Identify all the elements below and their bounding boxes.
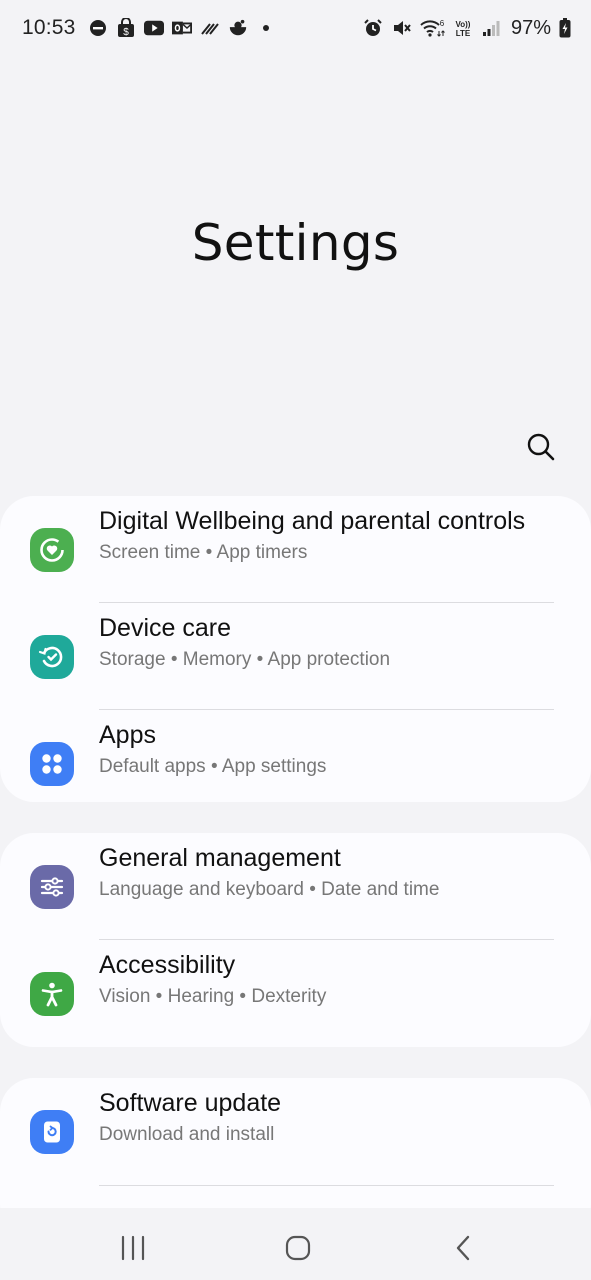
digital-wellbeing-icon [30,527,74,572]
back-button[interactable] [444,1228,484,1268]
svg-text:LTE: LTE [456,29,471,38]
apps-icon [30,741,74,786]
status-bar-left: 10:53 $ [22,16,276,40]
more-dot-icon [256,18,276,38]
back-icon [456,1235,470,1261]
setting-digital-wellbeing[interactable]: Digital Wellbeing and parental controls … [0,496,591,603]
alarm-icon [363,18,383,38]
recents-button[interactable] [113,1228,153,1268]
search-button[interactable] [520,426,562,468]
device-care-icon [30,634,74,679]
setting-label: General management [99,844,341,872]
svg-text:$: $ [123,27,129,38]
battery-percent: 97% [510,16,551,39]
signal-icon [481,18,501,38]
setting-texts: Device care Storage • Memory • App prote… [99,613,561,672]
status-bar-right: 6 Vo)) LTE 97% [363,17,571,40]
setting-subtitle: Language and keyboard • Date and time [99,879,440,900]
outlook-icon [171,18,192,38]
setting-subtitle: Download and install [99,1124,275,1145]
setting-label: Digital Wellbeing and parental controls [99,507,526,535]
setting-software-update[interactable]: Software update Download and install [0,1078,591,1186]
setting-device-care[interactable]: Device care Storage • Memory • App prote… [0,603,591,710]
mute-icon [391,18,411,38]
wifi-6-icon: 6 [419,18,445,38]
setting-label: Device care [99,614,231,642]
dnd-icon [88,18,108,38]
setting-texts: Apps Default apps • App settings [99,720,561,779]
navigation-bar [0,1208,591,1280]
setting-texts: Digital Wellbeing and parental controls … [99,506,561,565]
home-icon [285,1235,311,1261]
battery-icon [559,18,571,38]
home-button[interactable] [278,1228,318,1268]
svg-text:Vo)): Vo)) [455,20,470,29]
setting-subtitle: Default apps • App settings [99,756,327,777]
youtube-icon [143,18,164,38]
setting-label: Apps [99,721,156,749]
general-management-icon [30,864,74,909]
wifi-calling-icon [200,18,220,38]
setting-texts: General management Language and keyboard… [99,843,561,902]
setting-label: Software update [99,1089,282,1117]
shopping-bag-icon: $ [116,18,136,38]
search-icon [527,433,555,461]
recents-icon [121,1235,145,1261]
setting-texts: Accessibility Vision • Hearing • Dexteri… [99,950,561,1009]
svg-text:6: 6 [440,19,445,28]
accessibility-icon [30,971,74,1016]
setting-subtitle: Storage • Memory • App protection [99,649,391,670]
setting-apps[interactable]: Apps Default apps • App settings [0,710,591,802]
setting-label: Accessibility [99,951,236,979]
status-time: 10:53 [22,16,76,39]
setting-subtitle: Vision • Hearing • Dexterity [99,986,327,1007]
settings-group-1: Digital Wellbeing and parental controls … [0,496,591,802]
app-notification-icon [228,18,248,38]
setting-accessibility[interactable]: Accessibility Vision • Hearing • Dexteri… [0,940,591,1047]
setting-texts: Software update Download and install [99,1088,561,1147]
divider [99,1185,554,1186]
page-title: Settings [191,214,400,272]
setting-subtitle: Screen time • App timers [99,542,308,563]
setting-general-management[interactable]: General management Language and keyboard… [0,833,591,940]
volte-icon: Vo)) LTE [453,18,473,38]
settings-screen: 10:53 $ 6 Vo)) LTE 97% Settings Digital … [0,0,591,1280]
status-bar: 10:53 $ 6 Vo)) LTE 97% [0,0,591,56]
software-update-icon [30,1110,74,1154]
settings-group-2: General management Language and keyboard… [0,833,591,1047]
